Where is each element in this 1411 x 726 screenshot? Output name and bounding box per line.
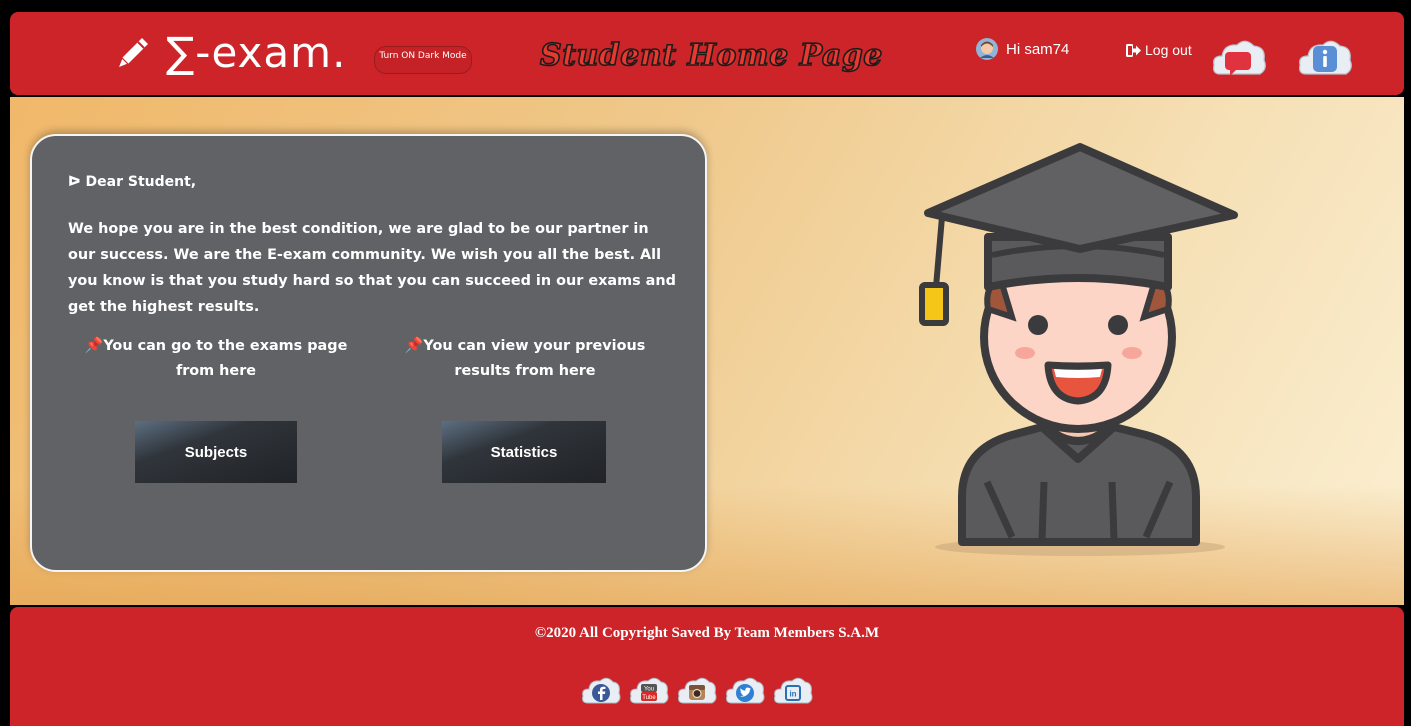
svg-text:You: You xyxy=(644,687,654,693)
user-avatar-icon xyxy=(976,38,998,60)
instagram-icon[interactable] xyxy=(676,673,718,709)
svg-text:in: in xyxy=(789,690,796,699)
subjects-button[interactable]: Subjects xyxy=(135,421,297,483)
social-links: You Tube in xyxy=(580,673,814,709)
svg-text:Tube: Tube xyxy=(642,695,656,701)
graduate-student-illustration xyxy=(919,143,1238,556)
pin-icon: 📌 xyxy=(84,336,104,354)
pin-icon: 📌 xyxy=(404,336,424,354)
youtube-icon[interactable]: You Tube xyxy=(628,673,670,709)
message-cloud-icon[interactable] xyxy=(1210,34,1268,84)
linkedin-icon[interactable]: in xyxy=(772,673,814,709)
logout-link[interactable]: Log out xyxy=(1126,42,1192,58)
main-content: ᐅ Dear Student, We hope you are in the b… xyxy=(10,97,1404,605)
logout-icon xyxy=(1126,43,1141,57)
footer-bar: ©2020 All Copyright Saved By Team Member… xyxy=(10,607,1404,726)
statistics-button[interactable]: Statistics xyxy=(442,421,606,483)
pencil-icon xyxy=(116,38,148,70)
exams-page-note: 📌You can go to the exams page from here xyxy=(68,333,364,384)
facebook-icon[interactable] xyxy=(580,673,622,709)
brand[interactable]: ∑-exam. xyxy=(110,30,346,76)
user-profile[interactable]: Hi sam74 xyxy=(976,38,1069,60)
dark-mode-toggle-button[interactable]: Turn ON Dark Mode xyxy=(374,46,472,74)
brand-name: ∑-exam. xyxy=(166,28,347,77)
copyright-text: ©2020 All Copyright Saved By Team Member… xyxy=(534,625,880,641)
user-greeting: Hi sam74 xyxy=(1006,40,1070,58)
exams-note-text: You can go to the exams page from here xyxy=(103,338,348,379)
card-greeting: ᐅ Dear Student, xyxy=(68,174,197,190)
results-note-text: You can view your previous results from … xyxy=(423,338,646,379)
page-title: Student Home Page xyxy=(539,37,883,74)
results-note: 📌You can view your previous results from… xyxy=(380,333,670,384)
welcome-message: We hope you are in the best condition, w… xyxy=(68,221,676,315)
info-cloud-icon[interactable] xyxy=(1296,32,1354,82)
logout-label: Log out xyxy=(1145,42,1192,58)
welcome-card: ᐅ Dear Student, We hope you are in the b… xyxy=(30,134,707,572)
twitter-icon[interactable] xyxy=(724,673,766,709)
page: ∑-exam. Turn ON Dark Mode Student Home P… xyxy=(0,0,1411,726)
header-bar: ∑-exam. Turn ON Dark Mode Student Home P… xyxy=(10,12,1404,95)
